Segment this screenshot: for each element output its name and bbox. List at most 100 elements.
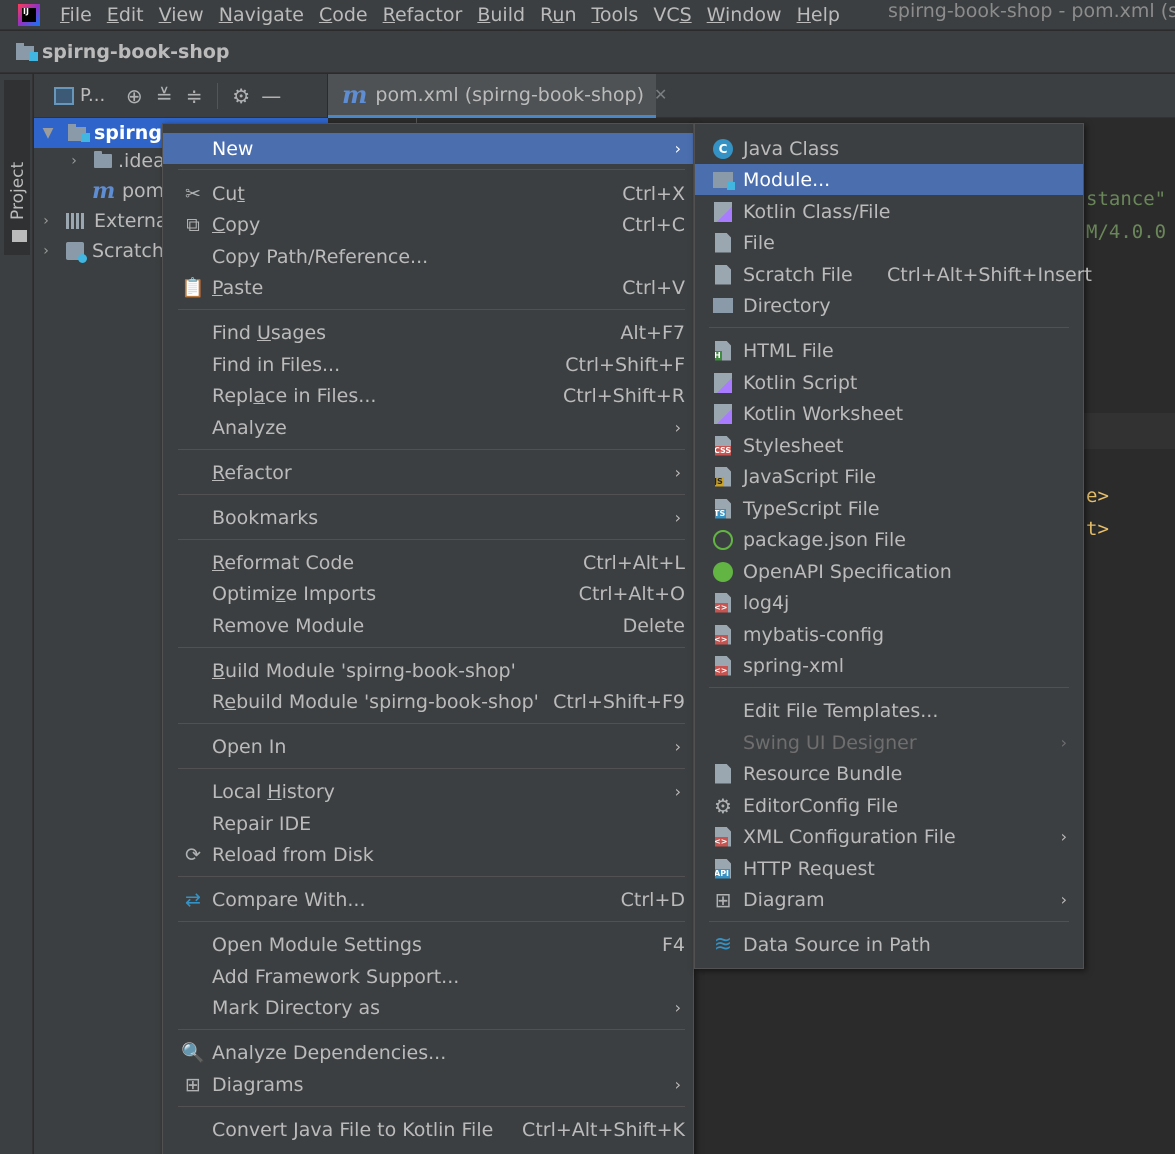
menu-item-diagrams[interactable]: ⊞ Diagrams ›	[163, 1069, 693, 1100]
gear-icon[interactable]: ⚙	[226, 84, 256, 108]
menu-item-new[interactable]: New ›	[163, 133, 693, 164]
submenu-item-javascript-file[interactable]: JS JavaScript File	[695, 461, 1083, 492]
menu-item-find-usages[interactable]: Find Usages Alt+F7	[163, 317, 693, 348]
submenu-item-java-class[interactable]: C Java Class	[695, 133, 1083, 164]
submenu-item-xml-configuration-file[interactable]: <> XML Configuration File ›	[695, 821, 1083, 852]
menu-item-reload-from-disk[interactable]: ⟳ Reload from Disk	[163, 839, 693, 870]
submenu-item-typescript-file[interactable]: TS TypeScript File	[695, 493, 1083, 524]
menu-item-reformat-code[interactable]: Reformat Code Ctrl+Alt+L	[163, 547, 693, 578]
menu-item-label: JavaScript File	[743, 465, 877, 488]
menu-item-add-framework-support[interactable]: Add Framework Support...	[163, 961, 693, 992]
menu-item-rebuild-module[interactable]: Rebuild Module 'spirng-book-shop' Ctrl+S…	[163, 686, 693, 717]
submenu-item-html-file[interactable]: H HTML File	[695, 335, 1083, 366]
project-view-selector[interactable]: P...	[80, 85, 105, 106]
submenu-item-swing-ui-designer: Swing UI Designer ›	[695, 727, 1083, 758]
menubar-item[interactable]: Build	[477, 4, 525, 26]
chevron-right-icon[interactable]: ›	[36, 243, 56, 259]
menu-item-copy[interactable]: ⧉ Copy Ctrl+C	[163, 209, 693, 240]
submenu-item-stylesheet[interactable]: CSS Stylesheet	[695, 430, 1083, 461]
menubar-item[interactable]: Navigate	[219, 4, 304, 26]
submenu-item-kotlin-worksheet[interactable]: Kotlin Worksheet	[695, 398, 1083, 429]
menubar-item[interactable]: Refactor	[383, 4, 463, 26]
tree-item-external-libraries[interactable]: › External	[36, 206, 173, 236]
menubar-item[interactable]: Help	[797, 4, 840, 26]
menu-item-copy-path[interactable]: Copy Path/Reference...	[163, 241, 693, 272]
tree-item-scratches[interactable]: › Scratche	[36, 236, 176, 266]
submenu-item-directory[interactable]: Directory	[695, 290, 1083, 321]
menu-item-cut[interactable]: ✂ Cut Ctrl+X	[163, 178, 693, 209]
menu-item-mark-directory-as[interactable]: Mark Directory as ›	[163, 992, 693, 1023]
chevron-down-icon[interactable]: ▼	[38, 125, 58, 141]
menu-item-label: XML Configuration File	[743, 825, 956, 848]
menubar-item[interactable]: VCS	[653, 4, 691, 26]
menubar-item[interactable]: View	[159, 4, 204, 26]
project-view-icon[interactable]	[54, 86, 74, 105]
tab-pom-xml[interactable]: m pom.xml (spirng-book-shop) ✕	[328, 74, 667, 118]
submenu-item-editorconfig-file[interactable]: ⚙ EditorConfig File	[695, 790, 1083, 821]
project-tool-tab[interactable]: Project	[4, 80, 30, 255]
shortcut: Ctrl+Alt+L	[583, 551, 685, 574]
submenu-item-diagram[interactable]: ⊞ Diagram ›	[695, 884, 1083, 915]
menu-item-analyze-dependencies[interactable]: 🔍 Analyze Dependencies...	[163, 1037, 693, 1068]
submenu-item-module[interactable]: Module...	[695, 164, 1083, 195]
submenu-item-scratch-file[interactable]: Scratch File Ctrl+Alt+Shift+Insert	[695, 259, 1092, 290]
submenu-item-log4j[interactable]: <> log4j	[695, 587, 1083, 618]
menu-item-local-history[interactable]: Local History ›	[163, 776, 693, 807]
shortcut: Ctrl+V	[622, 276, 685, 299]
menu-item-label: Build Module 'spirng-book-shop'	[212, 659, 516, 682]
submenu-item-http-request[interactable]: API HTTP Request	[695, 853, 1083, 884]
submenu-item-resource-bundle[interactable]: Resource Bundle	[695, 758, 1083, 789]
menu-item-refactor[interactable]: Refactor ›	[163, 457, 693, 488]
menu-item-open-module-settings[interactable]: Open Module Settings F4	[163, 929, 693, 960]
menubar-item[interactable]: Edit	[107, 4, 144, 26]
tree-item-label: pom	[122, 180, 165, 202]
file-icon	[711, 231, 735, 255]
chevron-right-icon[interactable]: ›	[36, 213, 56, 229]
close-icon[interactable]: ✕	[654, 85, 667, 104]
expand-all-icon[interactable]: ≚	[149, 84, 179, 108]
tree-item-pom[interactable]: m pom	[92, 176, 164, 206]
menubar-item[interactable]: Code	[319, 4, 368, 26]
menubar-item[interactable]: Window	[707, 4, 782, 26]
menu-item-analyze[interactable]: Analyze ›	[163, 412, 693, 443]
locate-icon[interactable]: ⊕	[119, 84, 149, 108]
openapi-icon	[711, 560, 735, 584]
menu-item-bookmarks[interactable]: Bookmarks ›	[163, 502, 693, 533]
submenu-item-edit-file-templates[interactable]: Edit File Templates...	[695, 695, 1083, 726]
submenu-item-kotlin-class[interactable]: Kotlin Class/File	[695, 196, 1083, 227]
menu-item-label: Analyze Dependencies...	[212, 1041, 447, 1064]
breadcrumb-project[interactable]: spirng-book-shop	[42, 41, 230, 63]
menu-item-label: Stylesheet	[743, 434, 844, 457]
menubar-item[interactable]: File	[60, 4, 92, 26]
menu-item-label: Bookmarks	[212, 506, 319, 529]
menu-item-label: Reformat Code	[212, 551, 355, 574]
menu-item-label: Open In	[212, 735, 287, 758]
submenu-item-package-json[interactable]: package.json File	[695, 524, 1083, 555]
submenu-item-kotlin-script[interactable]: Kotlin Script	[695, 367, 1083, 398]
submenu-item-data-source-in-path[interactable]: ≋ Data Source in Path	[695, 929, 1083, 960]
menubar-item[interactable]: Tools	[592, 4, 639, 26]
menu-item-paste[interactable]: 📋 Paste Ctrl+V	[163, 272, 693, 303]
submenu-item-openapi[interactable]: OpenAPI Specification	[695, 556, 1083, 587]
minimize-icon[interactable]: —	[256, 84, 286, 108]
menu-item-build-module[interactable]: Build Module 'spirng-book-shop'	[163, 655, 693, 686]
menu-item-replace-in-files[interactable]: Replace in Files... Ctrl+Shift+R	[163, 380, 693, 411]
maven-icon: m	[92, 178, 116, 204]
menu-item-convert-java-to-kotlin[interactable]: Convert Java File to Kotlin File Ctrl+Al…	[163, 1114, 693, 1145]
chevron-right-icon[interactable]: ›	[64, 153, 84, 169]
menu-item-find-in-files[interactable]: Find in Files... Ctrl+Shift+F	[163, 349, 693, 380]
xml-template-icon: <>	[711, 623, 735, 647]
menu-item-repair-ide[interactable]: Repair IDE	[163, 808, 693, 839]
menu-item-compare-with[interactable]: ⇄ Compare With... Ctrl+D	[163, 884, 693, 915]
menu-item-open-in[interactable]: Open In ›	[163, 731, 693, 762]
menu-item-optimize-imports[interactable]: Optimize Imports Ctrl+Alt+O	[163, 578, 693, 609]
menu-item-label: Mark Directory as	[212, 996, 381, 1019]
submenu-item-mybatis-config[interactable]: <> mybatis-config	[695, 619, 1083, 650]
submenu-item-spring-xml[interactable]: <> spring-xml	[695, 650, 1083, 681]
tree-item-idea[interactable]: › .idea	[64, 146, 165, 176]
menu-item-remove-module[interactable]: Remove Module Delete	[163, 610, 693, 641]
submenu-item-file[interactable]: File	[695, 227, 1083, 258]
menubar-item[interactable]: Run	[540, 4, 576, 26]
collapse-all-icon[interactable]: ≑	[179, 84, 209, 108]
shortcut: Delete	[622, 614, 685, 637]
